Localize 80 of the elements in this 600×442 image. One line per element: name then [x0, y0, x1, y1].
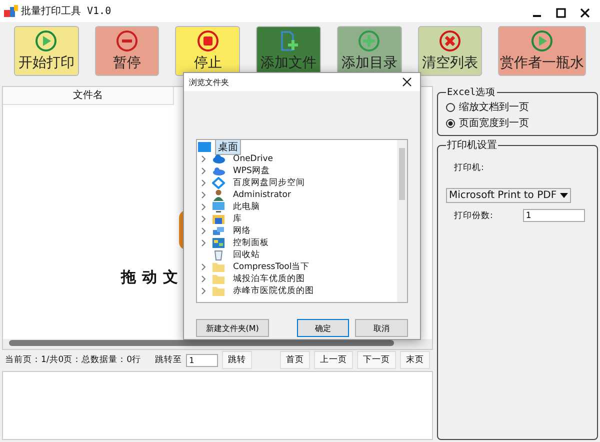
group-title: 打印机设置: [446, 138, 498, 152]
tree-item[interactable]: 控制面板: [197, 237, 397, 249]
printer-label: 打印机:: [454, 162, 485, 174]
cloud-icon: [212, 153, 225, 165]
radio-icon[interactable]: [446, 102, 455, 112]
play-icon: [35, 30, 58, 52]
close-icon[interactable]: [580, 8, 590, 18]
close-icon[interactable]: [402, 77, 412, 87]
chevron-icon[interactable]: [201, 263, 206, 271]
tree-item[interactable]: WPS网盘: [197, 165, 397, 177]
chevron-icon[interactable]: [201, 239, 206, 247]
user-icon: [212, 189, 225, 201]
dialog-button[interactable]: 取消: [355, 319, 408, 337]
tree-item[interactable]: 百度网盘同步空间: [197, 177, 397, 189]
stop-icon: [196, 30, 219, 52]
tree-item[interactable]: 库: [197, 213, 397, 225]
toolbar-button[interactable]: 开始打印: [14, 26, 79, 76]
chevron-icon[interactable]: [201, 287, 206, 295]
copies-field[interactable]: 1: [522, 209, 585, 222]
chevron-icon[interactable]: [201, 179, 206, 187]
radio-icon[interactable]: [446, 118, 455, 128]
copies-label: 打印份数:: [454, 210, 493, 222]
dialog-button[interactable]: 确定: [296, 319, 350, 337]
toolbar-button[interactable]: 停止: [175, 26, 240, 76]
chevron-icon[interactable]: [201, 191, 206, 199]
printer-dropdown[interactable]: Microsoft Print to PDF: [446, 188, 571, 203]
drop-hint: 拖动文: [121, 268, 184, 287]
control-panel-icon: [212, 237, 225, 249]
tree-item[interactable]: CompressTool当下: [197, 261, 397, 273]
tree-item[interactable]: 此电脑: [197, 201, 397, 213]
tree-item[interactable]: 回收站: [197, 249, 397, 261]
chevron-icon[interactable]: [201, 155, 206, 163]
jump-button[interactable]: 跳转: [222, 351, 252, 369]
folder-icon: [212, 273, 225, 285]
tree-item[interactable]: 网络: [197, 225, 397, 237]
radio-option[interactable]: 缩放文档到一页: [446, 99, 589, 115]
recycle-bin-icon: [212, 249, 225, 261]
tree-item[interactable]: 赤峰市医院优质的图: [197, 285, 397, 297]
page-button[interactable]: 上一页: [314, 351, 353, 369]
page-status: 当前页：1/共0页：总数据量：0行: [5, 354, 142, 366]
computer-icon: [212, 201, 225, 213]
window-title: 批量打印工具 V1.0: [21, 4, 112, 18]
desktop-icon: [198, 142, 211, 152]
chevron-icon[interactable]: [201, 203, 206, 211]
page-button[interactable]: 首页: [280, 351, 310, 369]
diamond-icon: [212, 177, 225, 189]
jump-label: 跳转至: [155, 354, 182, 366]
jump-page-field[interactable]: 1: [186, 354, 218, 366]
vertical-scrollbar[interactable]: [397, 140, 407, 302]
folder-icon: [212, 285, 225, 297]
minus-circle-icon: [116, 30, 138, 52]
dialog-button[interactable]: 新建文件夹(M): [196, 319, 269, 337]
clear-icon: [439, 30, 462, 52]
maximize-icon[interactable]: [556, 8, 566, 18]
play-icon: [531, 30, 554, 52]
tree-item[interactable]: 城投泊车优质的图: [197, 273, 397, 285]
radio-option[interactable]: 页面宽度到一页: [446, 115, 589, 131]
cloud-icon: [212, 165, 225, 177]
group-title: Excel选项: [446, 86, 497, 99]
horizontal-scrollbar[interactable]: [3, 339, 432, 349]
chevron-icon[interactable]: [201, 275, 206, 283]
toolbar-button[interactable]: 暂停: [94, 26, 160, 76]
network-icon: [212, 225, 225, 237]
page-button[interactable]: 末页: [400, 351, 430, 369]
tree-item[interactable]: 桌面: [197, 141, 397, 153]
page-button[interactable]: 下一页: [357, 351, 396, 369]
dialog-title: 浏览文件夹: [189, 76, 229, 88]
toolbar-button[interactable]: 赏作者一瓶水: [498, 26, 586, 76]
tree-item[interactable]: Administrator: [197, 189, 397, 201]
toolbar-button[interactable]: 清空列表: [418, 26, 482, 76]
chevron-icon[interactable]: [201, 167, 206, 175]
tree-item[interactable]: OneDrive: [197, 153, 397, 165]
plus-circle-icon: [358, 30, 380, 52]
app-icon: [4, 5, 18, 17]
chevron-icon[interactable]: [201, 227, 206, 235]
chevron-icon[interactable]: [201, 215, 206, 223]
column-header[interactable]: 文件名: [3, 87, 174, 105]
folder-icon: [212, 261, 225, 273]
library-icon: [212, 213, 225, 225]
dropdown-arrow-icon[interactable]: [560, 193, 568, 198]
